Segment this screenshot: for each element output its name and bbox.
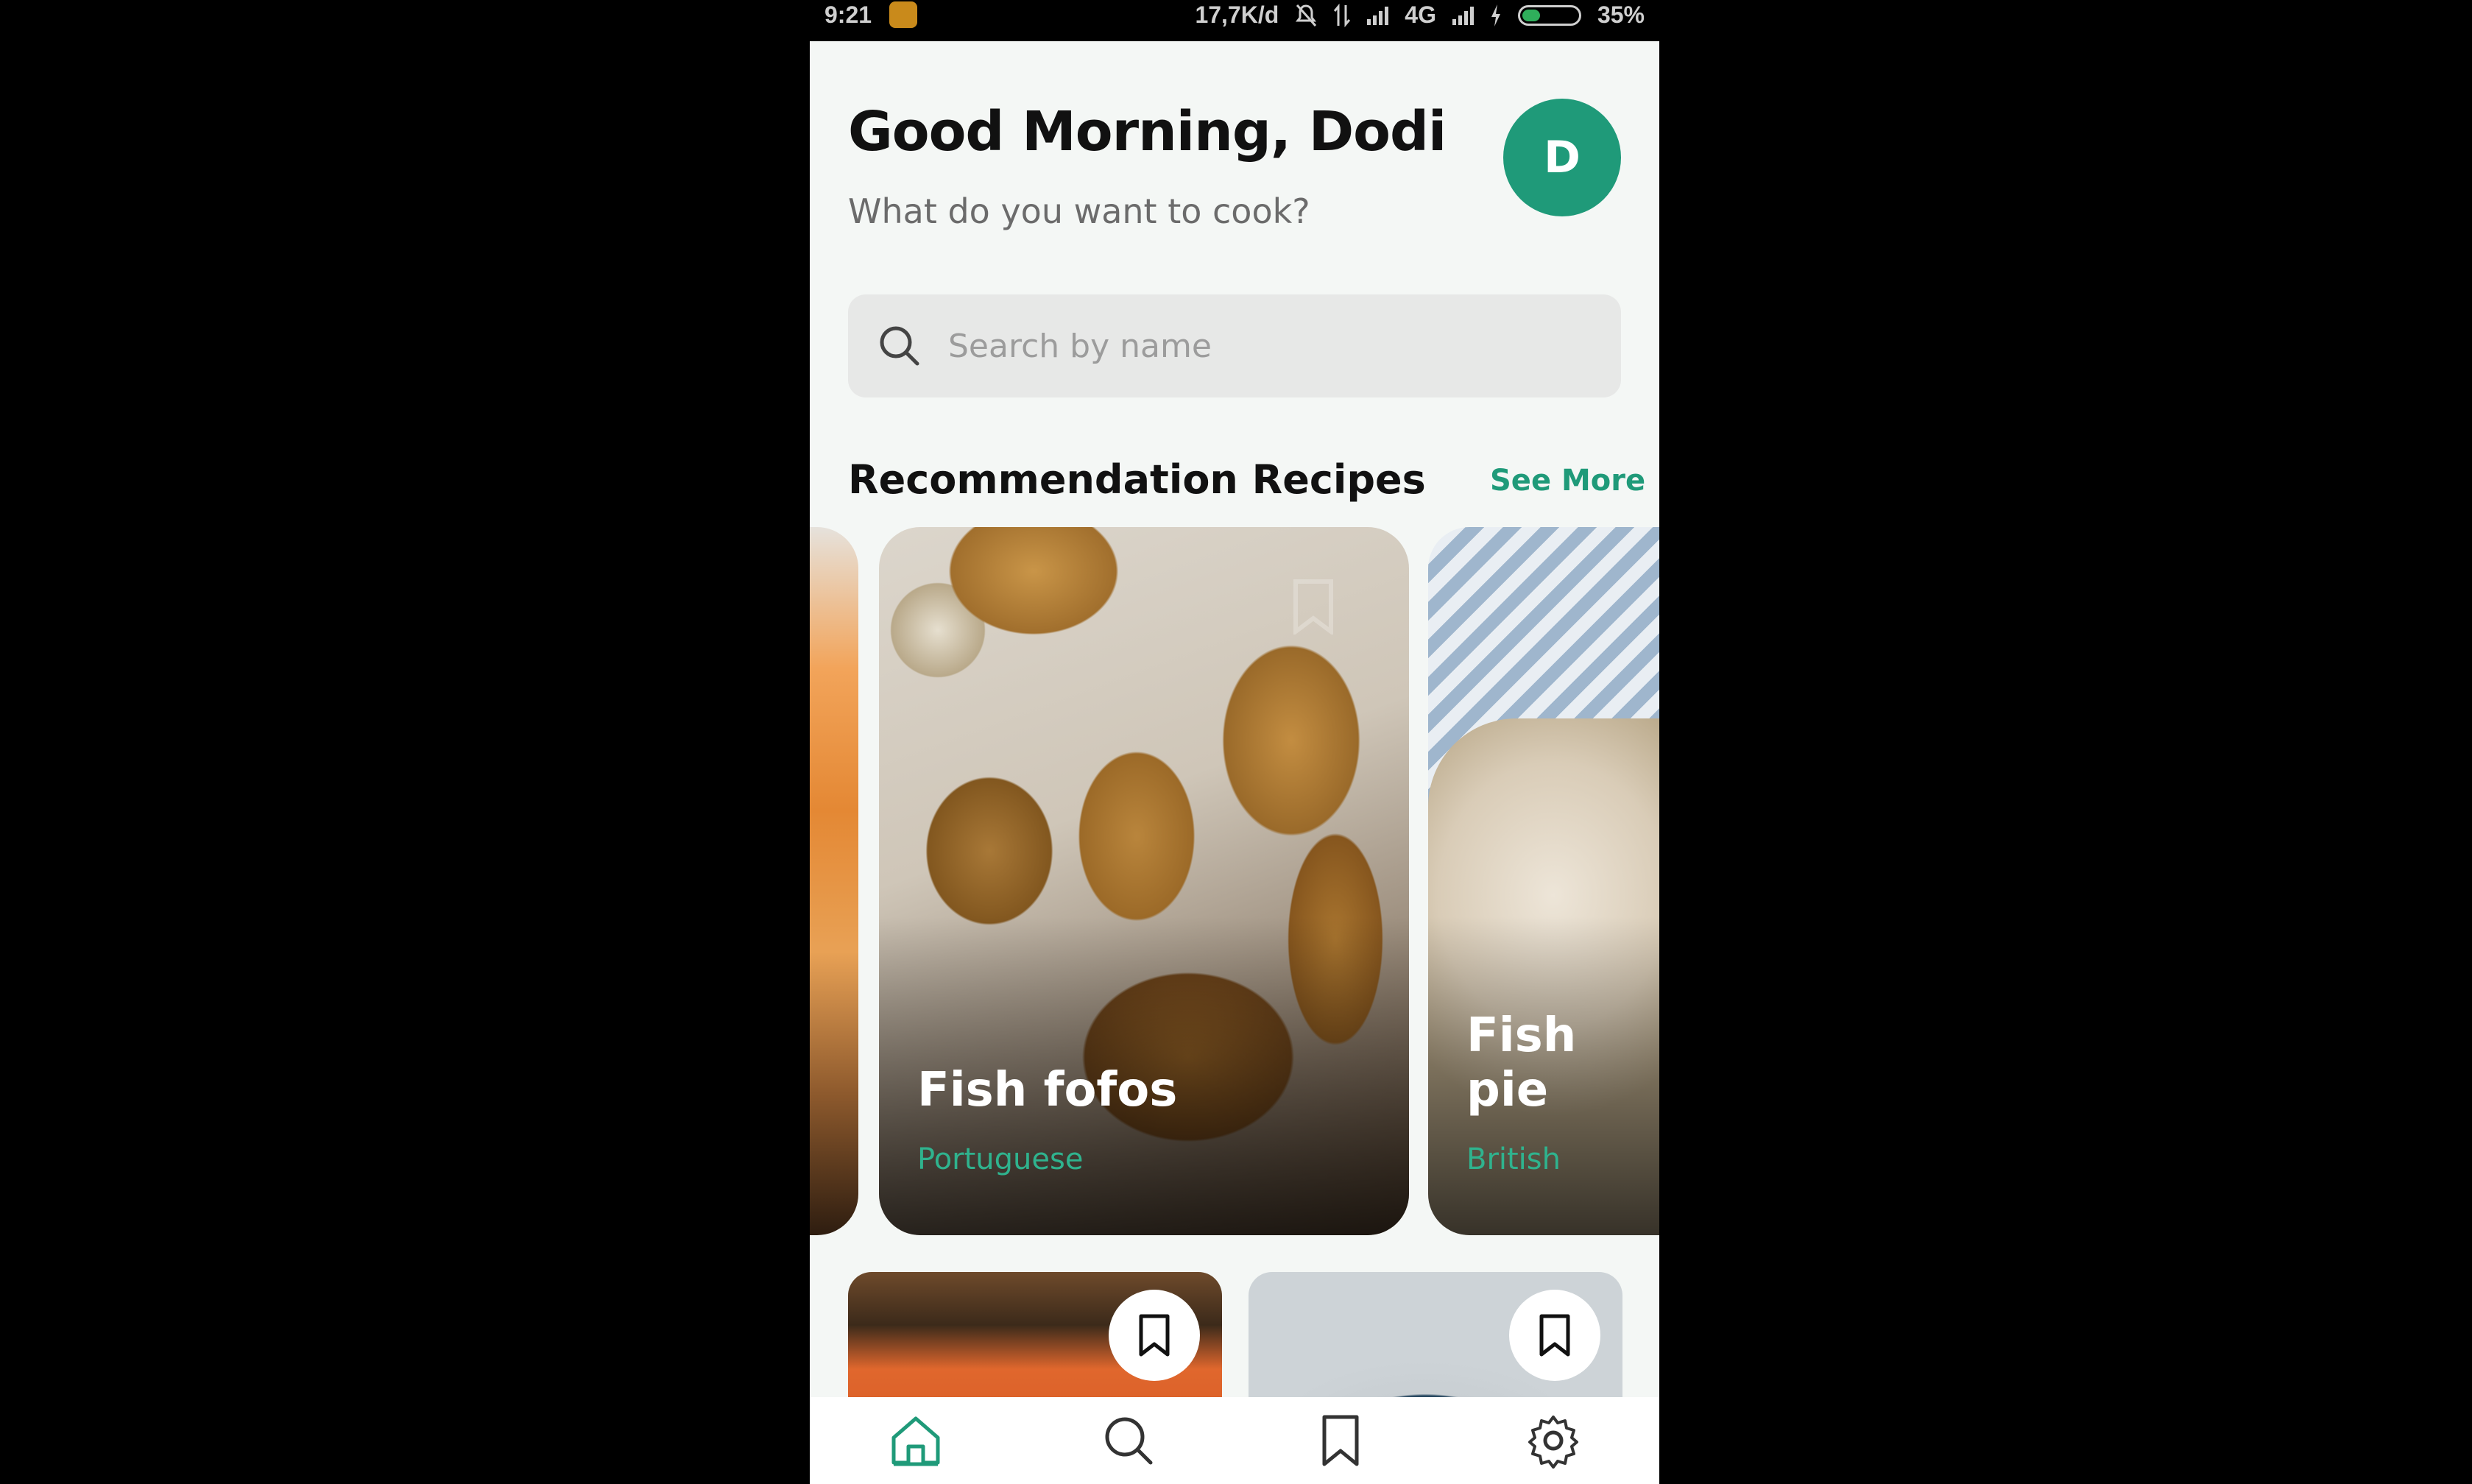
nav-search[interactable]	[1093, 1405, 1164, 1476]
recipe-card-partial-left[interactable]	[810, 527, 858, 1235]
bookmark-button[interactable]	[1109, 1290, 1200, 1381]
search-input[interactable]	[947, 326, 1539, 366]
section-title: Recommendation Recipes	[848, 456, 1426, 503]
recipe-cuisine: Portuguese	[917, 1142, 1084, 1176]
recipe-card[interactable]: Fish pie British	[1428, 527, 1659, 1235]
bottom-nav	[810, 1397, 1659, 1484]
network-type: 4G	[1405, 1, 1436, 28]
app-screen: Good Morning, Dodi What do you want to c…	[810, 41, 1659, 1484]
mute-bell-icon	[1296, 4, 1317, 26]
status-bar: 9:21 17,7K/d 4G 35%	[810, 0, 1659, 41]
recipe-title: Fish fofos	[917, 1063, 1178, 1117]
greeting-subtitle: What do you want to cook?	[848, 191, 1310, 231]
search-bar[interactable]	[848, 294, 1621, 398]
charging-icon	[1491, 4, 1500, 26]
app-notification-icon	[889, 1, 917, 28]
battery-icon	[1517, 4, 1581, 26]
search-icon	[1105, 1417, 1153, 1465]
signal-icon	[1367, 6, 1389, 25]
status-indicators: 17,7K/d 4G 35%	[1195, 1, 1645, 29]
recipe-image	[810, 527, 858, 1235]
nav-settings[interactable]	[1518, 1405, 1589, 1476]
data-transfer-icon	[1334, 3, 1351, 27]
search-icon	[880, 326, 919, 366]
bookmark-button[interactable]	[1509, 1290, 1600, 1381]
home-icon	[891, 1416, 940, 1466]
recipe-card[interactable]: Fish fofos Portuguese	[879, 527, 1409, 1235]
battery-percent: 35%	[1597, 1, 1645, 28]
bookmark-icon	[1139, 1314, 1170, 1357]
bookmark-icon	[1539, 1314, 1570, 1357]
avatar[interactable]: D	[1503, 99, 1621, 216]
gear-icon	[1528, 1416, 1578, 1469]
status-time: 9:21	[824, 1, 872, 28]
signal-icon-2	[1452, 6, 1474, 25]
nav-home[interactable]	[880, 1405, 951, 1476]
greeting-title: Good Morning, Dodi	[848, 100, 1447, 163]
nav-saved[interactable]	[1305, 1405, 1376, 1476]
bookmark-icon	[1322, 1415, 1359, 1466]
network-speed: 17,7K/d	[1195, 1, 1279, 28]
see-more-link[interactable]: See More	[1490, 464, 1645, 498]
recipe-cuisine: British	[1466, 1142, 1561, 1176]
recipe-title: Fish pie	[1466, 1008, 1577, 1117]
